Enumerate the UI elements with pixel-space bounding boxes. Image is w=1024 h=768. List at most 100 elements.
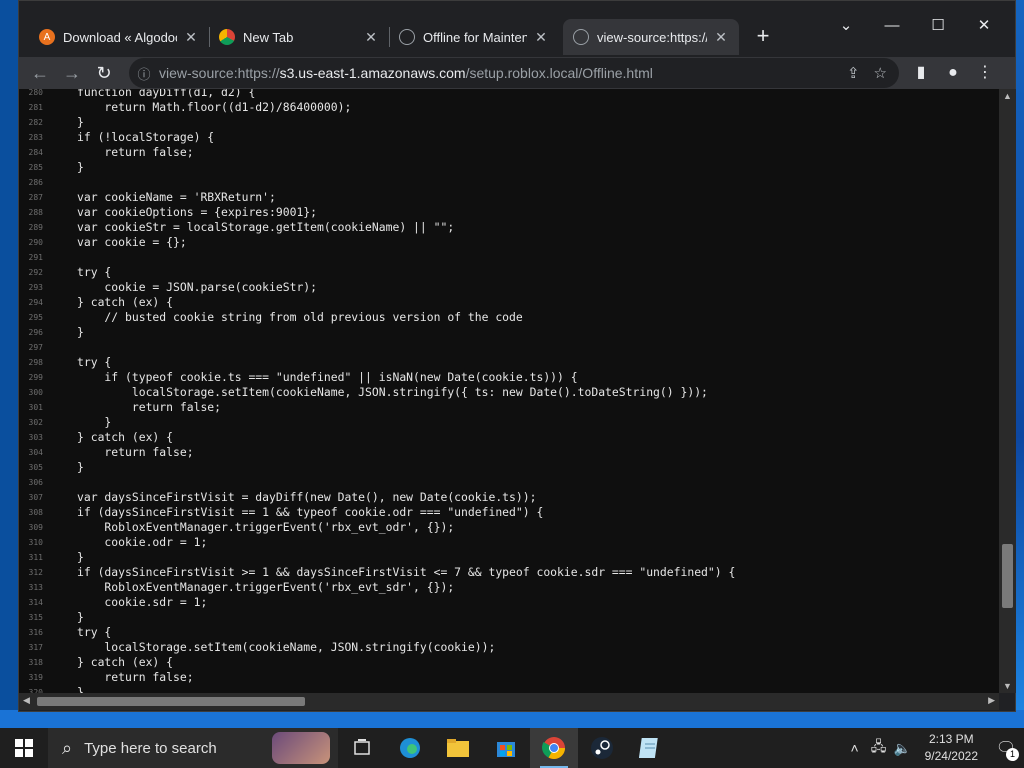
close-icon[interactable]: ✕: [713, 29, 729, 46]
line-number: 313: [28, 583, 43, 592]
search-highlight-image: [272, 732, 330, 764]
line-number: 298: [28, 358, 43, 367]
tab-search-chevron-icon[interactable]: ⌄: [823, 11, 869, 41]
source-line: 320}: [19, 685, 735, 693]
new-tab-button[interactable]: +: [749, 23, 777, 51]
scroll-right-icon[interactable]: ▶: [988, 695, 995, 706]
reload-button[interactable]: ↻: [91, 60, 117, 86]
forward-button[interactable]: →: [59, 60, 85, 86]
close-window-button[interactable]: ✕: [961, 11, 1007, 41]
browser-window: A Download « Algodoo ✕ New Tab ✕ Offline…: [18, 0, 1016, 712]
info-icon[interactable]: ⓘ: [129, 64, 159, 83]
line-code: var cookieName = 'RBXReturn';: [77, 190, 276, 204]
line-number: 295: [28, 313, 43, 322]
line-code: return false;: [77, 445, 194, 459]
line-code: }: [77, 685, 84, 693]
line-number: 319: [28, 673, 43, 682]
chrome-icon[interactable]: [530, 728, 578, 768]
line-number: 283: [28, 133, 43, 142]
line-number: 305: [28, 463, 43, 472]
edge-icon[interactable]: [386, 728, 434, 768]
source-line: 311}: [19, 550, 735, 565]
source-line: 319 return false;: [19, 670, 735, 685]
steam-icon[interactable]: [578, 728, 626, 768]
notification-center-button[interactable]: 🗨 1: [988, 728, 1024, 768]
line-code: }: [77, 415, 112, 429]
line-code: return false;: [77, 400, 222, 414]
profile-avatar-icon[interactable]: ●: [941, 61, 965, 85]
tab-algodoo[interactable]: A Download « Algodoo ✕: [29, 19, 209, 55]
network-icon[interactable]: 🖧: [867, 736, 891, 760]
clock-date: 9/24/2022: [924, 749, 978, 763]
line-code: return Math.floor((d1-d2)/86400000);: [77, 100, 352, 114]
minimize-button[interactable]: —: [869, 11, 915, 41]
source-line: 283 if (!localStorage) {: [19, 130, 735, 145]
tab-title: view-source:https://s: [597, 29, 707, 45]
horizontal-scrollbar[interactable]: ◀ ▶: [19, 693, 999, 710]
line-number: 302: [28, 418, 43, 427]
line-number: 311: [28, 553, 43, 562]
file-explorer-icon[interactable]: [434, 728, 482, 768]
volume-icon[interactable]: 🔈: [891, 740, 915, 757]
vertical-scrollbar[interactable]: ▲ ▼: [999, 89, 1016, 693]
scroll-left-icon[interactable]: ◀: [23, 695, 30, 706]
close-icon[interactable]: ✕: [363, 29, 379, 46]
line-number: 303: [28, 433, 43, 442]
source-line: 316 try {: [19, 625, 735, 640]
source-line: 315}: [19, 610, 735, 625]
tab-offline-maintenance[interactable]: Offline for Maintenan ✕: [389, 19, 559, 55]
vertical-scroll-thumb[interactable]: [1002, 544, 1013, 608]
clock[interactable]: 2:13 PM 9/24/2022: [915, 731, 988, 765]
windows-icon: [15, 739, 33, 757]
taskbar-search-box[interactable]: ⌕ Type here to search: [48, 728, 338, 768]
clock-time: 2:13 PM: [928, 732, 974, 746]
scroll-up-icon[interactable]: ▲: [999, 91, 1016, 101]
scroll-down-icon[interactable]: ▼: [999, 681, 1016, 691]
source-line: 302 }: [19, 415, 735, 430]
task-view-icon[interactable]: [338, 728, 386, 768]
browser-toolbar: ← → ↻ ⓘ view-source:https://s3.us-east-1…: [19, 57, 1015, 89]
tab-view-source[interactable]: view-source:https://s ✕: [563, 19, 739, 55]
line-code: RobloxEventManager.triggerEvent('rbx_evt…: [77, 580, 455, 594]
chevron-up-icon[interactable]: ˄: [843, 740, 867, 756]
bookmark-star-icon[interactable]: ☆: [874, 64, 887, 82]
line-number: 281: [28, 103, 43, 112]
line-code: try {: [77, 265, 112, 279]
tab-new-tab[interactable]: New Tab ✕: [209, 19, 389, 55]
source-line: 312 if (daysSinceFirstVisit >= 1 && daysS…: [19, 565, 736, 580]
close-icon[interactable]: ✕: [183, 29, 199, 46]
line-number: 284: [28, 148, 43, 157]
line-number: 291: [28, 253, 43, 262]
line-code: } catch (ex) {: [77, 655, 174, 669]
start-button[interactable]: [0, 728, 48, 768]
line-number: 312: [28, 568, 43, 577]
horizontal-scroll-thumb[interactable]: [37, 697, 305, 706]
maximize-button[interactable]: ☐: [915, 11, 961, 41]
line-number: 289: [28, 223, 43, 232]
line-number: 294: [28, 298, 43, 307]
menu-kebab-icon[interactable]: ⋮: [973, 61, 997, 85]
line-code: }: [77, 115, 84, 129]
line-code: if (daysSinceFirstVisit == 1 && typeof c…: [77, 505, 544, 519]
tab-title: Download « Algodoo: [63, 29, 177, 45]
line-code: }: [77, 550, 84, 564]
notepad-icon[interactable]: [626, 728, 674, 768]
tab-strip: A Download « Algodoo ✕ New Tab ✕ Offline…: [19, 1, 1015, 57]
line-code: if (daysSinceFirstVisit >= 1 && daysSinc…: [77, 565, 736, 579]
source-line: 284 return false;: [19, 145, 735, 160]
side-panel-icon[interactable]: ▮: [909, 61, 933, 85]
back-button[interactable]: ←: [27, 60, 53, 86]
chrome-icon: [219, 29, 235, 45]
line-code: if (typeof cookie.ts === "undefined" || …: [77, 370, 578, 384]
share-icon[interactable]: ⇪: [847, 64, 860, 82]
line-number: 317: [28, 643, 43, 652]
line-number: 318: [28, 658, 43, 667]
address-bar[interactable]: ⓘ view-source:https://s3.us-east-1.amazo…: [129, 58, 899, 88]
source-line: 280 function dayDiff(d1, d2) {: [19, 89, 735, 100]
line-number: 308: [28, 508, 43, 517]
source-line: 287 var cookieName = 'RBXReturn';: [19, 190, 735, 205]
close-icon[interactable]: ✕: [533, 29, 549, 46]
line-number: 288: [28, 208, 43, 217]
microsoft-store-icon[interactable]: [482, 728, 530, 768]
